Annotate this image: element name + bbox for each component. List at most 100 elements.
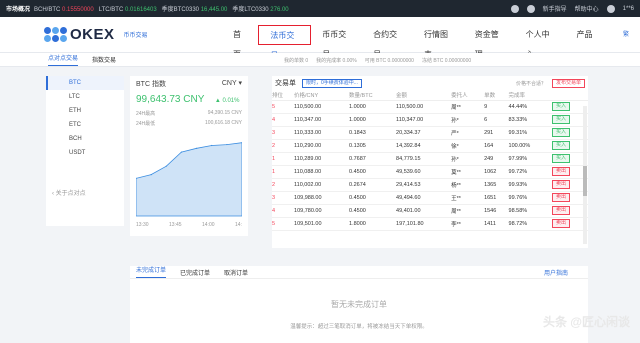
sub-tab[interactable]: 指数交易 xyxy=(92,55,116,64)
cell-count: 1546 xyxy=(484,204,509,218)
column-header xyxy=(551,90,588,101)
coin-item[interactable]: USDT xyxy=(46,146,124,160)
nav-item[interactable]: 行情图表 xyxy=(413,25,464,59)
ticker-item[interactable]: BCH/BTC 0.15550000 xyxy=(34,7,94,13)
coin-item[interactable]: ETH xyxy=(46,104,124,118)
buy-button[interactable]: 买入 xyxy=(551,141,570,150)
ticker-item[interactable]: 季度LTC0330 276.00 xyxy=(232,7,288,13)
help-center-link[interactable]: 帮助中心 xyxy=(575,4,599,13)
table-row: 3 110,333.00 0.1843 20,334.37 严* 291 99.31% 买入 xyxy=(272,126,588,140)
table-row: 2 110,290.00 0.1305 14,392.84 徐* 164 100.00% 买入 xyxy=(272,139,588,153)
ticker-pair: BCH/BTC xyxy=(34,7,63,13)
cell-rate: 100.00% xyxy=(508,139,552,153)
publish-order-button[interactable]: 发布交易单 xyxy=(551,78,585,88)
coin-item[interactable]: BCH xyxy=(46,132,124,146)
nav-item[interactable]: 币币交易 xyxy=(311,25,362,59)
coin-item[interactable]: BTC xyxy=(46,76,124,90)
order-tab[interactable]: 取消订单 xyxy=(224,268,248,277)
currency-select[interactable]: CNY ▾ xyxy=(222,79,242,89)
guide-link[interactable]: 新手指导 xyxy=(543,4,567,13)
logo[interactable]: OKEX 币币交易 xyxy=(44,26,148,43)
nav-item[interactable]: 产品 ▾ xyxy=(565,25,607,60)
cell-rate: 99.31% xyxy=(508,126,552,140)
cell-count: 6 xyxy=(484,113,509,127)
index-change: ▲ 0.01% xyxy=(214,98,240,104)
trade-panel: 我的单数 0 我的完成率 0.00% 可用 BTC 0.00000000 冻结 BTC… xyxy=(272,58,588,248)
cell-count: 164 xyxy=(484,139,509,153)
user-guide-link[interactable]: 用户指南 xyxy=(544,268,588,277)
high-label: 24H最高 xyxy=(136,111,156,117)
buy-button[interactable]: 买入 xyxy=(551,128,570,137)
logo-subtitle: 币币交易 xyxy=(123,33,148,39)
cell-qty: 0.7687 xyxy=(349,152,397,166)
cell-user: 严* xyxy=(451,126,485,140)
cell-amount: 20,334.37 xyxy=(396,126,452,140)
cell-price: 110,347.00 xyxy=(294,113,350,127)
column-header: 金额 xyxy=(396,90,452,101)
index-panel: BTC 指数 CNY ▾ 99,643.73 CNY ▲ 0.01% 24H最高… xyxy=(130,76,248,236)
cell-amount: 29,414.53 xyxy=(396,178,452,192)
ticker-pair: LTC/BTC xyxy=(98,7,125,13)
cell-price: 109,988.00 xyxy=(294,191,350,205)
promo-badge: 限时，0手续费体验中... xyxy=(302,78,362,88)
user-name[interactable]: 1**6 xyxy=(623,6,634,12)
bell-icon[interactable] xyxy=(606,4,615,13)
sell-button[interactable]: 卖出 xyxy=(551,219,570,228)
nav-item[interactable]: 合约交易 xyxy=(362,25,413,59)
column-header: 单数 xyxy=(484,90,509,101)
market-overview-link[interactable]: 市场概况 xyxy=(6,4,30,13)
cell-user: 李** xyxy=(451,217,485,231)
coin-item[interactable]: LTC xyxy=(46,90,124,104)
sell-button[interactable]: 卖出 xyxy=(551,180,570,189)
nav-item[interactable]: 法币交易 xyxy=(258,25,312,60)
sub-tab[interactable]: 点对点交易 xyxy=(48,53,79,66)
order-tab[interactable]: 未完成订单 xyxy=(136,266,167,278)
sell-button[interactable]: 卖出 xyxy=(551,193,570,202)
empty-orders-text: 暂无未完成订单 xyxy=(331,300,387,309)
logo-mark-icon xyxy=(44,27,67,42)
x-tick-label: 13:30 xyxy=(136,222,149,228)
ticker-price: 0.01616403 xyxy=(124,7,157,13)
cell-qty: 0.4500 xyxy=(349,165,397,179)
my-stats: 我的单数 0 我的完成率 0.00% 可用 BTC 0.00000000 冻结 BTC… xyxy=(272,57,588,64)
nav-item[interactable]: 个人中心 xyxy=(515,25,566,59)
cell-user: 孙* xyxy=(451,113,485,127)
cell-count: 291 xyxy=(484,126,509,140)
cell-rank: 1 xyxy=(272,165,295,179)
column-header: 委托人 xyxy=(451,90,485,101)
table-row: 1 110,088.00 0.4500 49,539.60 莫** 1062 99.72% 卖… xyxy=(272,165,588,179)
cell-amount: 49,539.60 xyxy=(396,165,452,179)
table-scrollbar[interactable] xyxy=(583,106,587,244)
column-header: 排位 xyxy=(272,90,295,101)
cell-user: 周** xyxy=(451,100,485,114)
sell-button[interactable]: 卖出 xyxy=(551,206,570,215)
cell-user: 周** xyxy=(451,204,485,218)
buy-button[interactable]: 买入 xyxy=(551,102,570,111)
wechat-icon[interactable] xyxy=(526,4,535,13)
language-toggle[interactable]: 繁 xyxy=(612,25,640,45)
ticker-item[interactable]: 季度BTC0330 16,445.00 xyxy=(162,7,228,13)
ticker-price: 0.15550000 xyxy=(62,7,94,13)
chart-point xyxy=(226,143,228,146)
nav-item[interactable]: 首页 xyxy=(222,25,258,59)
cell-rank: 4 xyxy=(272,204,295,218)
ticker-item[interactable]: LTC/BTC 0.01616403 xyxy=(99,7,157,13)
weibo-icon[interactable] xyxy=(510,4,519,13)
buy-button[interactable]: 买入 xyxy=(551,154,570,163)
x-tick-label: 13:45 xyxy=(169,222,182,228)
cell-price: 110,088.00 xyxy=(294,165,350,179)
nav-item[interactable]: 资金管理 xyxy=(464,25,515,59)
order-tab[interactable]: 已完成订单 xyxy=(180,268,210,277)
buy-button[interactable]: 买入 xyxy=(551,115,570,124)
about-p2p-link[interactable]: ‹ 关于点对点 xyxy=(46,188,124,197)
cell-rank: 3 xyxy=(272,126,295,140)
coin-item[interactable]: ETC xyxy=(46,118,124,132)
chart-point xyxy=(180,151,183,153)
sell-button[interactable]: 卖出 xyxy=(551,167,570,176)
x-tick-label: 14:00 xyxy=(202,222,215,228)
cell-price: 110,333.00 xyxy=(294,126,350,140)
index-area-series xyxy=(136,142,242,217)
trade-title: 交易单 xyxy=(275,80,296,87)
cell-price: 110,289.00 xyxy=(294,152,350,166)
stat-item: 我的单数 0 xyxy=(284,58,309,64)
